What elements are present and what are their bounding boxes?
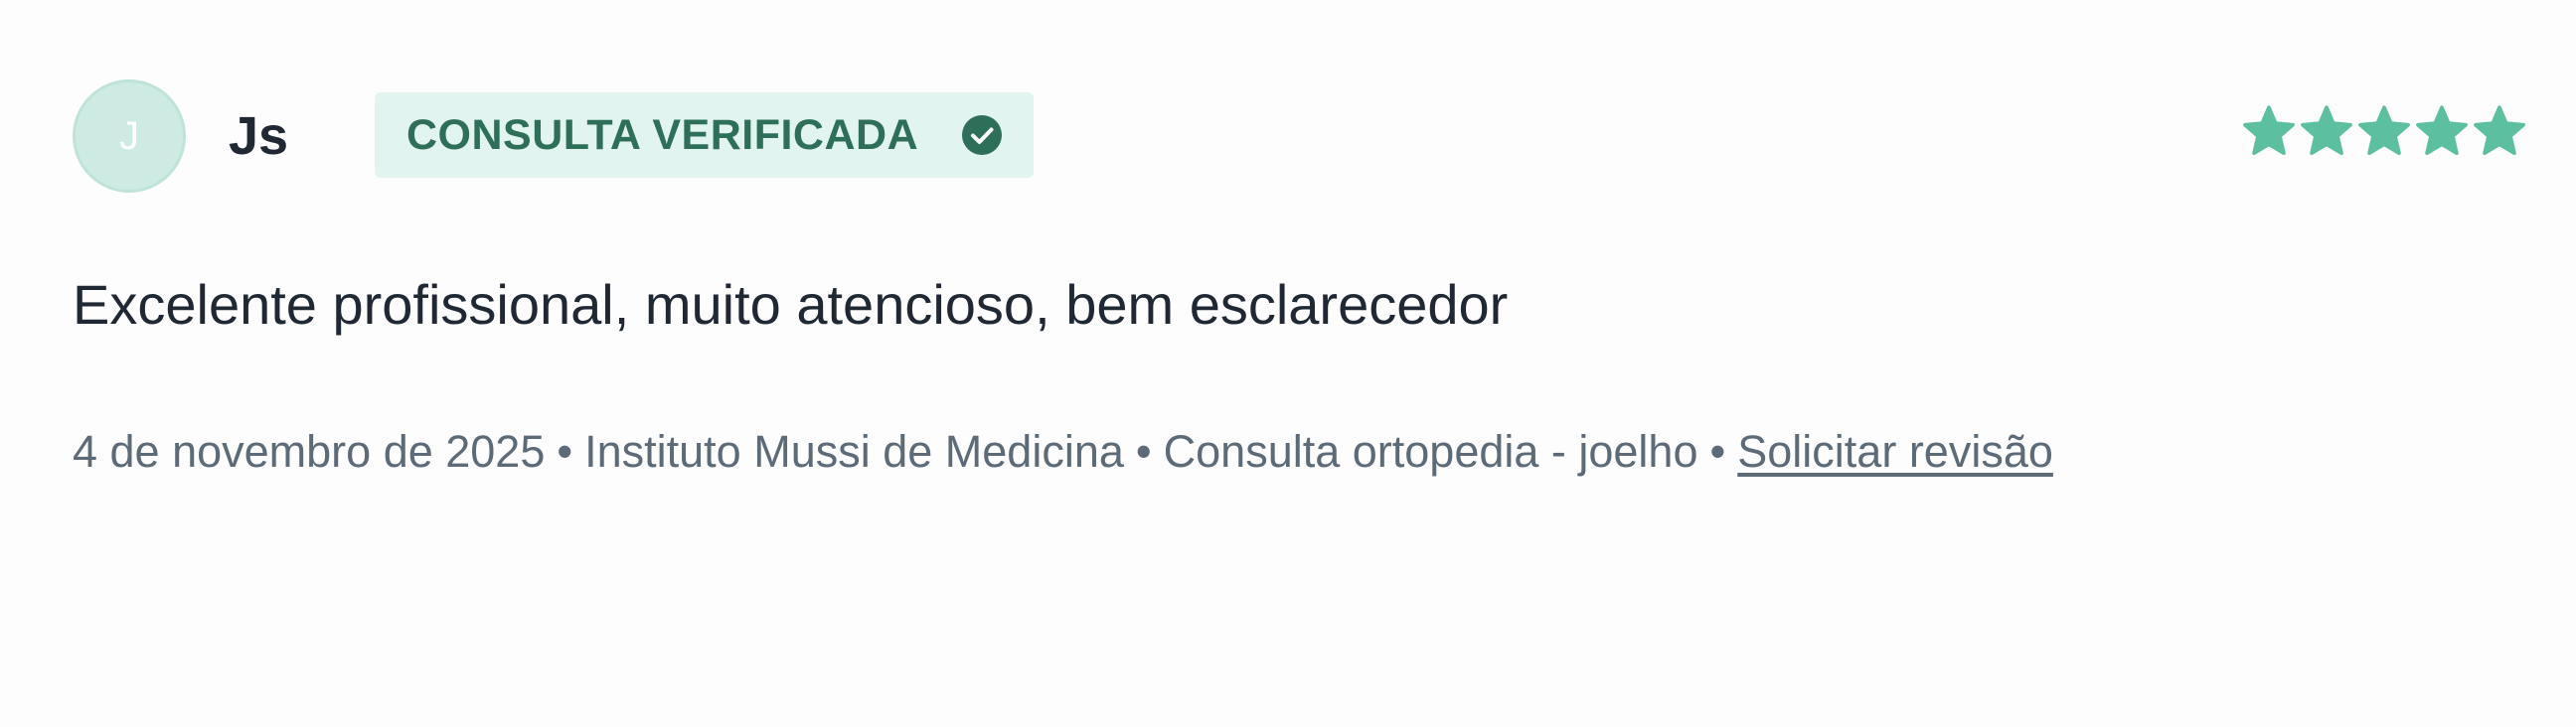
review-location: Instituto Mussi de Medicina bbox=[584, 426, 1124, 477]
review-service: Consulta ortopedia - joelho bbox=[1163, 426, 1698, 477]
star-icon bbox=[2358, 105, 2410, 156]
avatar-initial: J bbox=[119, 113, 139, 158]
meta-separator: • bbox=[1709, 426, 1726, 477]
meta-separator: • bbox=[1135, 426, 1152, 477]
review-meta: 4 de novembro de 2025 • Instituto Mussi de… bbox=[73, 423, 2053, 481]
star-icon bbox=[2243, 105, 2295, 156]
star-icon bbox=[2416, 105, 2468, 156]
meta-separator: • bbox=[557, 426, 573, 477]
verified-badge-label: CONSULTA VERIFICADA bbox=[406, 110, 919, 159]
review-date: 4 de novembro de 2025 bbox=[73, 426, 546, 477]
avatar: J bbox=[73, 79, 186, 193]
star-rating bbox=[2241, 103, 2527, 159]
star-icon bbox=[2301, 105, 2352, 156]
review-card: J Js CONSULTA VERIFICADA Excelente profi… bbox=[0, 0, 2576, 727]
author-name: Js bbox=[229, 106, 289, 166]
request-revision-link[interactable]: Solicitar revisão bbox=[1737, 426, 2053, 477]
review-comment: Excelente profissional, muito atencioso,… bbox=[73, 273, 1509, 336]
check-circle-icon bbox=[962, 115, 1003, 155]
star-icon bbox=[2474, 105, 2525, 156]
verified-badge: CONSULTA VERIFICADA bbox=[375, 92, 1035, 178]
review-header: J Js CONSULTA VERIFICADA bbox=[73, 79, 2527, 199]
